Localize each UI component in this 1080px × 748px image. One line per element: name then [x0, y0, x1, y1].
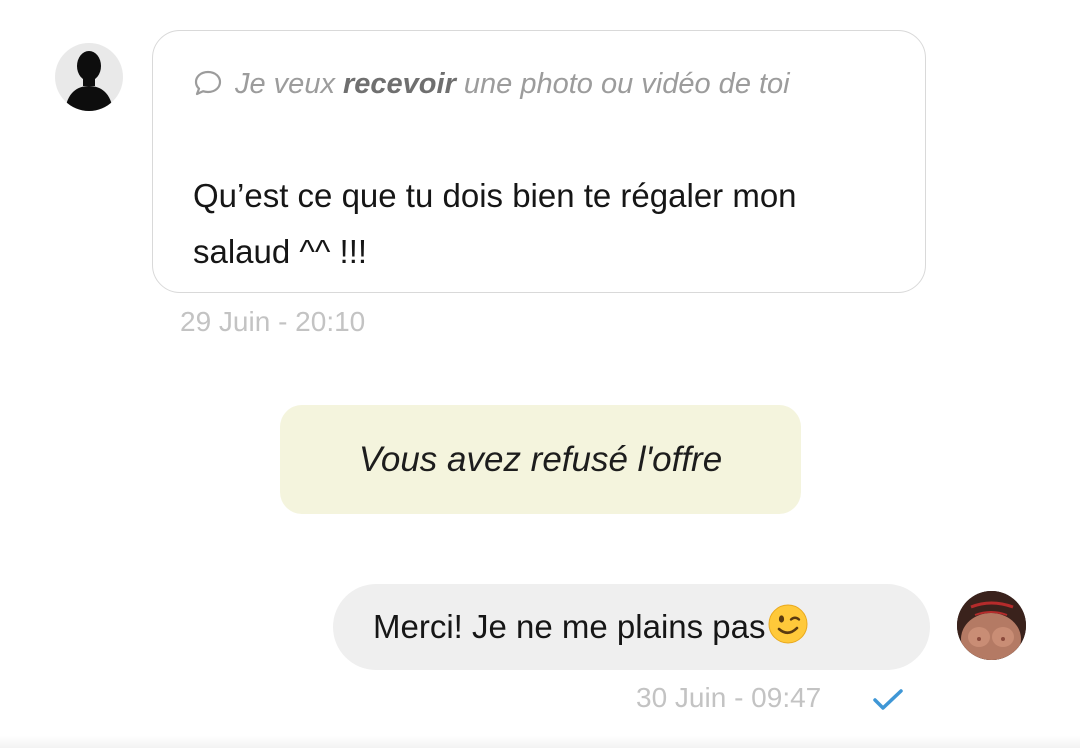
incoming-message-bubble: Je veux recevoir une photo ou vidéo de t… [152, 30, 926, 293]
incoming-timestamp: 29 Juin - 20:10 [180, 306, 366, 337]
user-silhouette-icon [65, 51, 113, 111]
chat-bubble-icon [194, 70, 222, 96]
chat-conversation: Je veux recevoir une photo ou vidéo de t… [0, 0, 1080, 748]
outgoing-message-text: Merci! Je ne me plains pas [373, 608, 766, 645]
request-action: recevoir [343, 68, 456, 100]
bottom-edge [0, 736, 1080, 748]
outgoing-message-bubble: Merci! Je ne me plains pas [333, 584, 930, 670]
incoming-message-text: Qu’est ce que tu dois bien te régaler mo… [193, 177, 797, 270]
offer-status-text: Vous avez refusé l'offre [358, 439, 723, 479]
contact-avatar[interactable] [55, 43, 123, 111]
outgoing-message-content: Merci! Je ne me plains pas [373, 603, 808, 651]
winking-face-icon [768, 604, 808, 644]
request-prefix: Je veux [235, 68, 343, 100]
media-request: Je veux recevoir une photo ou vidéo de t… [193, 57, 883, 111]
profile-photo-icon [957, 591, 1026, 660]
request-suffix: une photo ou vidéo de toi [455, 68, 790, 100]
offer-status-notice: Vous avez refusé l'offre [280, 405, 801, 514]
outgoing-timestamp: 30 Juin - 09:47 [636, 682, 822, 713]
read-check-icon [873, 689, 903, 710]
user-avatar[interactable] [957, 591, 1026, 660]
